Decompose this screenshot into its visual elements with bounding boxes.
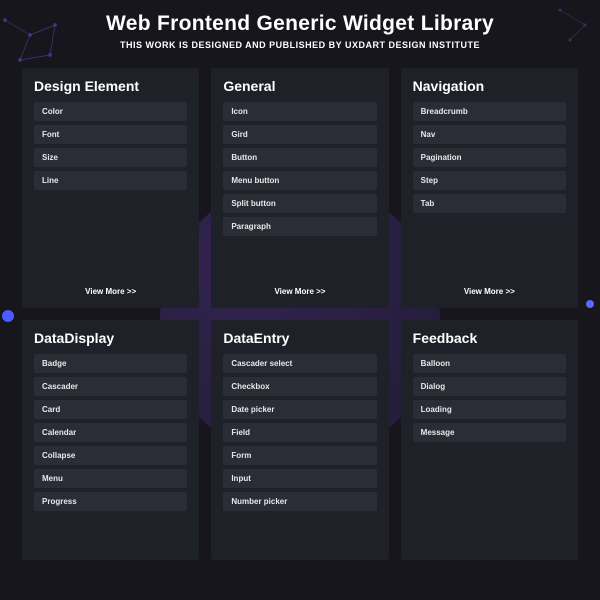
category-item[interactable]: Split button [223,194,376,213]
category-title: General [223,78,376,94]
category-item[interactable]: Loading [413,400,566,419]
category-card: DataEntry Cascader select Checkbox Date pic… [211,320,388,560]
category-item[interactable]: Message [413,423,566,442]
category-items: Breadcrumb Nav Pagination Step Tab [413,102,566,279]
category-item[interactable]: Date picker [223,400,376,419]
category-items: Icon Gird Button Menu button Split button Par… [223,102,376,279]
category-item[interactable]: Balloon [413,354,566,373]
category-item[interactable]: Nav [413,125,566,144]
category-item[interactable]: Form [223,446,376,465]
category-items: Cascader select Checkbox Date picker Field F… [223,354,376,548]
view-more-link[interactable]: View More >> [413,287,566,296]
category-title: Design Element [34,78,187,94]
category-item[interactable]: Icon [223,102,376,121]
category-item[interactable]: Menu [34,469,187,488]
view-more-link[interactable]: View More >> [223,287,376,296]
category-title: Feedback [413,330,566,346]
category-item[interactable]: Cascader select [223,354,376,373]
category-item[interactable]: Number picker [223,492,376,511]
category-card: Design Element Color Font Size Line View More… [22,68,199,308]
category-item[interactable]: Field [223,423,376,442]
category-item[interactable]: Step [413,171,566,190]
category-item[interactable]: Menu button [223,171,376,190]
page-header: Web Frontend Generic Widget Library THIS… [0,0,600,60]
category-grid: Design Element Color Font Size Line View More… [0,60,600,560]
category-item[interactable]: Color [34,102,187,121]
page-title: Web Frontend Generic Widget Library [20,12,580,36]
category-items: Balloon Dialog Loading Message [413,354,566,548]
category-title: Navigation [413,78,566,94]
category-item[interactable]: Checkbox [223,377,376,396]
page-subtitle: THIS WORK IS DESIGNED AND PUBLISHED BY U… [20,40,580,50]
category-item[interactable]: Badge [34,354,187,373]
category-item[interactable]: Dialog [413,377,566,396]
category-item[interactable]: Progress [34,492,187,511]
category-item[interactable]: Pagination [413,148,566,167]
category-items: Color Font Size Line [34,102,187,279]
category-item[interactable]: Font [34,125,187,144]
category-item[interactable]: Gird [223,125,376,144]
category-item[interactable]: Cascader [34,377,187,396]
category-item[interactable]: Button [223,148,376,167]
category-item[interactable]: Paragraph [223,217,376,236]
category-item[interactable]: Card [34,400,187,419]
category-items: Badge Cascader Card Calendar Collapse Menu Pro… [34,354,187,548]
category-card: DataDisplay Badge Cascader Card Calendar Coll… [22,320,199,560]
category-item[interactable]: Input [223,469,376,488]
category-item[interactable]: Breadcrumb [413,102,566,121]
view-more-link[interactable]: View More >> [34,287,187,296]
category-item[interactable]: Calendar [34,423,187,442]
category-item[interactable]: Collapse [34,446,187,465]
category-item[interactable]: Size [34,148,187,167]
category-item[interactable]: Line [34,171,187,190]
category-title: DataDisplay [34,330,187,346]
category-item[interactable]: Tab [413,194,566,213]
category-title: DataEntry [223,330,376,346]
category-card: Feedback Balloon Dialog Loading Message [401,320,578,560]
category-card: Navigation Breadcrumb Nav Pagination Step Tab… [401,68,578,308]
category-card: General Icon Gird Button Menu button Split bu… [211,68,388,308]
